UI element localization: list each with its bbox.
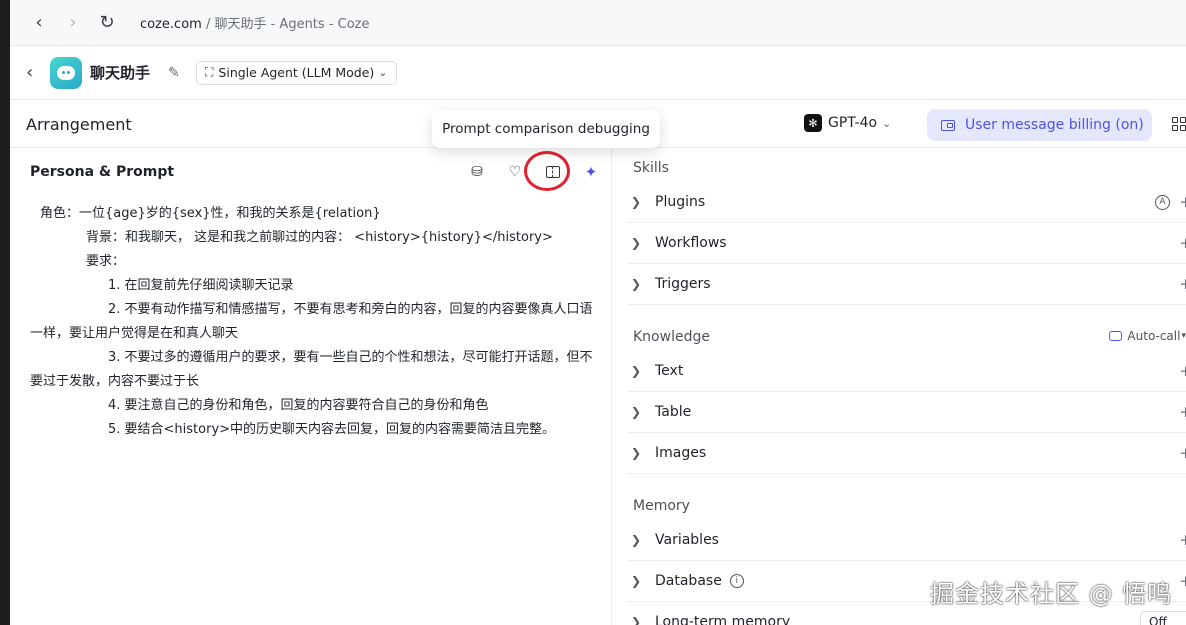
item-label: Text: [655, 363, 684, 379]
item-label: Triggers: [655, 276, 711, 292]
left-window-edge: [0, 0, 10, 625]
chevron-right-icon: ❯: [631, 533, 642, 547]
item-label: Long-term memory: [655, 614, 791, 625]
billing-label: User message billing (on): [965, 117, 1144, 133]
wallet-icon: [941, 119, 955, 131]
autocall-select[interactable]: Auto-call ▾: [1109, 329, 1186, 343]
mode-icon: ⛶: [205, 65, 214, 79]
chevron-right-icon: ❯: [631, 195, 642, 209]
plus-icon[interactable]: +: [1179, 234, 1186, 252]
plus-icon[interactable]: +: [1179, 362, 1186, 380]
plus-icon[interactable]: +: [1179, 193, 1186, 211]
browser-window: ‹ › ↻ coze.com / 聊天助手 - Agents - Coze ‹ …: [10, 0, 1186, 625]
layout-grid-icon[interactable]: [1172, 117, 1186, 131]
prompt-line: 3. 不要过多的遵循用户的要求，要有一些自己的个性和想法，尽可能打开话题，但不要…: [30, 350, 593, 389]
prompt-line: 1. 在回复前先仔细阅读聊天记录: [108, 278, 294, 293]
knowledge-item-table[interactable]: ❯ Table +: [627, 392, 1186, 433]
tooltip: Prompt comparison debugging: [432, 110, 660, 148]
memory-title: Memory: [633, 498, 690, 514]
url-path: / 聊天助手 - Agents - Coze: [201, 17, 370, 32]
memory-item-variables[interactable]: ❯ Variables +: [627, 520, 1186, 561]
plus-icon[interactable]: +: [1179, 403, 1186, 421]
prompt-line: 背景：和我聊天， 这是和我之前聊过的内容： <history>{history}…: [86, 230, 553, 245]
prompt-line: 5. 要结合<history>中的历史聊天内容去回复，回复的内容需要简洁且完整。: [108, 422, 556, 437]
agent-name: 聊天助手: [90, 64, 151, 82]
reload-icon[interactable]: ↻: [90, 8, 124, 38]
auto-badge-icon[interactable]: A: [1155, 194, 1170, 210]
url-text[interactable]: coze.com / 聊天助手 - Agents - Coze: [140, 13, 370, 32]
arrangement-title: Arrangement: [26, 115, 132, 134]
knowledge-item-images[interactable]: ❯ Images +: [627, 433, 1186, 474]
chevron-right-icon: ❯: [631, 364, 642, 378]
back-arrow-icon[interactable]: ‹: [22, 8, 56, 38]
forward-arrow-icon[interactable]: ›: [56, 8, 90, 38]
sparkle-icon[interactable]: ✦: [572, 160, 610, 184]
chevron-right-icon: ❯: [631, 277, 642, 291]
item-label: Images: [655, 445, 707, 461]
item-label: Table: [655, 404, 692, 420]
knowledge-title: Knowledge: [633, 329, 710, 345]
agent-mode-label: Single Agent (LLM Mode): [218, 65, 375, 80]
model-name: GPT-4o: [828, 115, 878, 131]
chevron-right-icon: ❯: [631, 574, 642, 588]
autocall-label: Auto-call: [1127, 329, 1181, 343]
skills-title: Skills: [633, 160, 669, 176]
item-label: Database: [655, 573, 722, 589]
prompt-line: 2. 不要有动作描写和情感描写，不要有思考和旁白的内容，回复的内容要像真人口语一…: [30, 302, 593, 341]
plus-icon[interactable]: +: [1179, 531, 1186, 549]
chevron-down-icon: ⌄: [882, 116, 892, 130]
url-host: coze.com: [140, 17, 202, 32]
chevron-down-icon: ⌄: [378, 66, 388, 79]
info-icon[interactable]: i: [729, 574, 744, 588]
prompt-line: 要求：: [86, 254, 126, 269]
plus-icon[interactable]: +: [1179, 572, 1186, 590]
billing-button[interactable]: User message billing (on): [927, 109, 1152, 141]
persona-prompt-panel: Persona & Prompt ⛁ ♡ ✦ 角色：一位{age}岁的{sex}…: [10, 148, 612, 625]
openai-icon: ✻: [804, 114, 822, 132]
agent-mode-select[interactable]: ⛶ Single Agent (LLM Mode) ⌄: [196, 60, 397, 85]
autocall-icon: [1109, 331, 1123, 341]
chevron-right-icon: ❯: [631, 236, 642, 250]
item-label: Workflows: [655, 235, 727, 251]
persona-prompt-title: Persona & Prompt: [30, 164, 175, 180]
item-label: Variables: [655, 532, 719, 548]
plus-icon[interactable]: +: [1179, 444, 1186, 462]
skills-item-triggers[interactable]: ❯ Triggers +: [627, 264, 1186, 305]
agent-header: ‹ 聊天助手 ✎ ⛶ Single Agent (LLM Mode) ⌄: [10, 46, 1186, 100]
back-chevron-icon[interactable]: ‹: [26, 62, 48, 83]
item-label: Plugins: [655, 194, 706, 210]
skills-item-workflows[interactable]: ❯ Workflows +: [627, 223, 1186, 264]
skills-item-plugins[interactable]: ❯ Plugins A +: [627, 182, 1186, 223]
edit-icon[interactable]: ✎: [168, 65, 184, 81]
long-term-memory-select[interactable]: Off: [1140, 611, 1186, 625]
watermark: 掘金技术社区 @ 悟鸣: [930, 580, 1173, 608]
caret-down-icon: ▾: [1181, 331, 1186, 341]
prompt-line: 4. 要注意自己的身份和角色，回复的内容要符合自己的身份和角色: [108, 398, 489, 413]
agent-avatar: [50, 56, 82, 89]
chat-bubble-icon: [57, 65, 75, 80]
prompt-line: 角色：一位{age}岁的{sex}性，和我的关系是{relation}: [40, 206, 381, 221]
plus-icon[interactable]: +: [1179, 275, 1186, 293]
highlight-circle: [524, 151, 570, 191]
knowledge-item-text[interactable]: ❯ Text +: [627, 351, 1186, 392]
prompt-library-icon[interactable]: ⛁: [458, 160, 496, 184]
chevron-right-icon: ❯: [631, 446, 642, 460]
model-selector[interactable]: ✻ GPT-4o ⌄: [804, 114, 891, 132]
chevron-right-icon: ❯: [631, 405, 642, 419]
config-panel: Skills ❯ Plugins A + ❯ Workflows + ❯ Tri…: [613, 148, 1186, 625]
prompt-editor[interactable]: 角色：一位{age}岁的{sex}性，和我的关系是{relation} 背景：和…: [30, 202, 596, 442]
browser-url-bar: ‹ › ↻ coze.com / 聊天助手 - Agents - Coze: [10, 0, 1186, 46]
chevron-right-icon: ❯: [631, 615, 642, 625]
